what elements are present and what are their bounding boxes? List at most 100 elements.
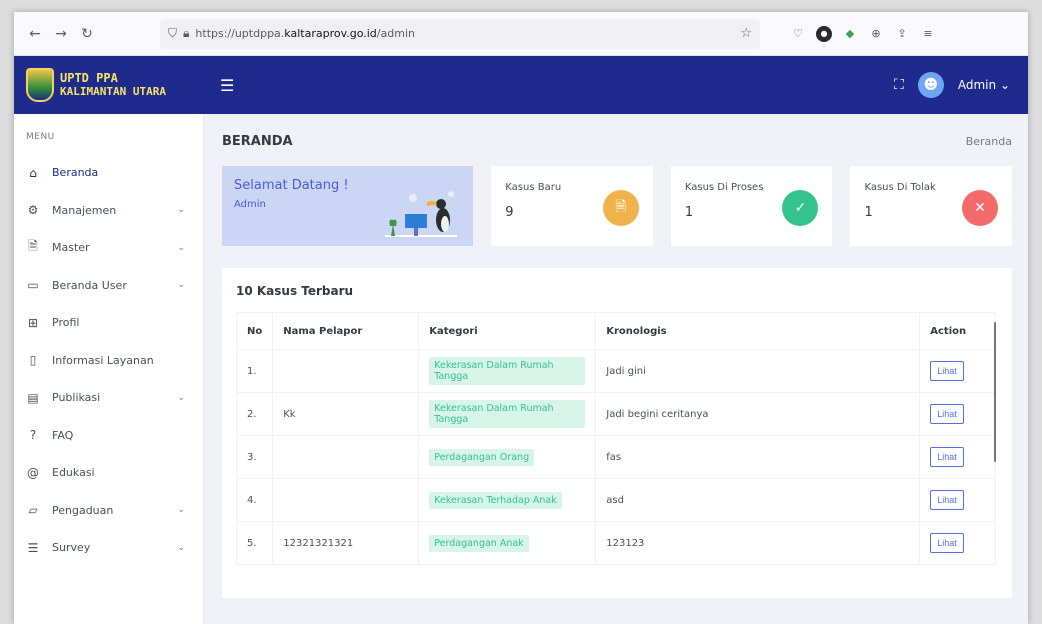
shield-icon: ⛉ (168, 26, 178, 40)
table-row: 2. Kk Kekerasan Dalam Rumah Tangga Jadi … (235, 392, 996, 436)
menu-title: MENU (26, 132, 55, 142)
sidebar-item-label: FAQ (52, 428, 74, 442)
check-icon: ✓ (782, 190, 819, 226)
avatar[interactable]: ☻ (917, 72, 944, 98)
category-badge: Kekerasan Terhadap Anak (429, 491, 562, 509)
sidebar-item-publikasi[interactable]: ▤ Publikasi ⌄ (14, 379, 203, 417)
question-icon: ? (29, 428, 37, 443)
sidebar-item-informasi-layanan[interactable]: ▯ Informasi Layanan (14, 342, 203, 380)
sidebar-item-label: Manajemen (52, 203, 117, 217)
sidebar-item-label: Edukasi (52, 466, 95, 480)
lock-icon: 🔒︎ (183, 26, 190, 40)
logo-emblem-icon (26, 68, 54, 102)
user-dropdown[interactable]: Admin ⌄ (958, 78, 1010, 92)
chevron-down-icon: ⌄ (177, 505, 185, 516)
category-badge: Kekerasan Dalam Rumah Tangga (429, 400, 586, 428)
cell-no: 3. (235, 435, 274, 479)
browser-menu-icon[interactable]: ≡ (920, 26, 936, 42)
welcome-illustration (385, 191, 458, 237)
forward-icon[interactable]: → (48, 21, 74, 47)
stat-card-kasus-di-proses: Kasus Di Proses 1 ✓ (670, 166, 833, 246)
at-sign-icon: @ (27, 465, 39, 480)
table-row: 5. 12321321321 Perdagangan Anak 123123 L… (235, 521, 996, 565)
chevron-down-icon: ⌄ (177, 392, 185, 403)
chevron-down-icon: ⌄ (177, 542, 185, 553)
breadcrumb[interactable]: Beranda (966, 135, 1012, 148)
column-header: Kronologis (595, 312, 921, 350)
view-button[interactable]: Lihat (930, 404, 964, 424)
welcome-card: Selamat Datang ! Admin (222, 166, 474, 246)
chevron-down-icon: ⌄ (999, 78, 1010, 92)
table-row: 4. Kekerasan Terhadap Anak asd Lihat (235, 478, 996, 522)
chevron-down-icon: ⌄ (177, 205, 185, 216)
extension-icon[interactable]: ● (816, 25, 832, 42)
main-content: BERANDA Beranda Selamat Datang ! Admin K… (204, 114, 1028, 624)
hamburger-menu-icon[interactable]: ☰ (220, 76, 234, 95)
sidebar-item-profil[interactable]: ⊞ Profil (14, 304, 203, 342)
url-prefix: https://uptdppa. (195, 27, 285, 40)
share-icon[interactable]: ⇪ (894, 26, 910, 42)
sidebar-item-faq[interactable]: ? FAQ (14, 417, 203, 455)
sidebar-item-survey[interactable]: ☰ Survey ⌄ (14, 529, 203, 567)
cell-kronologis: asd (595, 478, 921, 522)
chevron-down-icon: ⌄ (177, 280, 185, 291)
category-badge: Kekerasan Dalam Rumah Tangga (429, 357, 586, 385)
sidebar-item-master[interactable]: 🗎 Master ⌄ (14, 229, 203, 267)
logo-line2: KALIMANTAN UTARA (60, 85, 166, 98)
sidebar-item-label: Profil (52, 316, 80, 330)
stat-card-kasus-di-tolak: Kasus Di Tolak 1 ✕ (850, 166, 1013, 246)
address-bar[interactable]: ⛉ 🔒︎ https://uptdppa. kaltaraprov.go.id/a… (160, 18, 760, 49)
view-button[interactable]: Lihat (930, 447, 964, 467)
panel-title: 10 Kasus Terbaru (236, 284, 354, 298)
stat-card-kasus-baru: Kasus Baru 9 🗎 (491, 166, 653, 246)
chat-icon: ▱ (28, 503, 38, 518)
view-button[interactable]: Lihat (930, 361, 964, 381)
clipboard-icon: ▯ (29, 353, 37, 368)
back-icon[interactable]: ← (22, 21, 48, 47)
table-row: 1. Kekerasan Dalam Rumah Tangga Jadi gin… (235, 349, 996, 393)
app-header: UPTD PPA KALIMANTAN UTARA ☰ ⛶ ☻ Admin ⌄ (14, 56, 1028, 114)
sidebar-item-beranda[interactable]: ⌂ Beranda (14, 154, 203, 192)
close-icon: ✕ (962, 190, 999, 226)
extension-leaf-icon[interactable]: ◆ (842, 26, 858, 42)
site-logo[interactable]: UPTD PPA KALIMANTAN UTARA (26, 68, 214, 102)
column-header: No (235, 312, 274, 350)
cell-kronologis: Jadi begini ceritanya (595, 392, 921, 436)
sidebar-item-edukasi[interactable]: @ Edukasi (14, 454, 203, 492)
url-path: /admin (376, 27, 415, 40)
sidebar-item-pengaduan[interactable]: ▱ Pengaduan ⌄ (14, 492, 203, 530)
table-scrollbar[interactable] (994, 322, 996, 462)
cell-kronologis: fas (595, 435, 921, 479)
cell-no: 1. (235, 349, 274, 393)
pocket-icon[interactable]: ♡ (790, 26, 806, 42)
view-button[interactable]: Lihat (930, 490, 964, 510)
sidebar-item-label: Master (52, 241, 90, 255)
fullscreen-icon[interactable]: ⛶ (894, 77, 904, 93)
file-icon: 🗎 (602, 190, 639, 226)
cell-nama (272, 435, 420, 479)
cell-nama: 12321321321 (272, 521, 420, 565)
gear-icon: ⚙ (27, 203, 39, 218)
cell-nama: Kk (272, 392, 420, 436)
sidebar: MENU ⌂ Beranda ⚙ Manajemen ⌄ 🗎 Master ⌄ … (14, 114, 204, 624)
view-button[interactable]: Lihat (930, 533, 964, 553)
list-icon: ☰ (27, 540, 39, 555)
cell-nama (272, 349, 420, 393)
globe-icon[interactable]: ⊕ (868, 26, 884, 42)
sidebar-item-label: Informasi Layanan (52, 353, 154, 367)
grid-icon: ⊞ (27, 315, 39, 330)
sidebar-item-label: Pengaduan (52, 503, 114, 517)
sidebar-item-manajemen[interactable]: ⚙ Manajemen ⌄ (14, 192, 203, 230)
cell-no: 5. (235, 521, 274, 565)
bookmark-star-icon[interactable]: ☆ (740, 26, 752, 41)
browser-window: ← → ↻ ⛉ 🔒︎ https://uptdppa. kaltaraprov.g… (14, 12, 1028, 624)
url-host: kaltaraprov.go.id (284, 27, 377, 40)
cell-no: 4. (235, 478, 274, 522)
document-icon: 🗎 (28, 239, 38, 254)
category-badge: Perdagangan Anak (429, 534, 529, 552)
cell-no: 2. (235, 392, 274, 436)
cell-kronologis: 123123 (595, 521, 921, 565)
reload-icon[interactable]: ↻ (74, 21, 100, 47)
category-badge: Perdagangan Orang (429, 448, 535, 466)
sidebar-item-beranda-user[interactable]: ▭ Beranda User ⌄ (14, 267, 203, 305)
